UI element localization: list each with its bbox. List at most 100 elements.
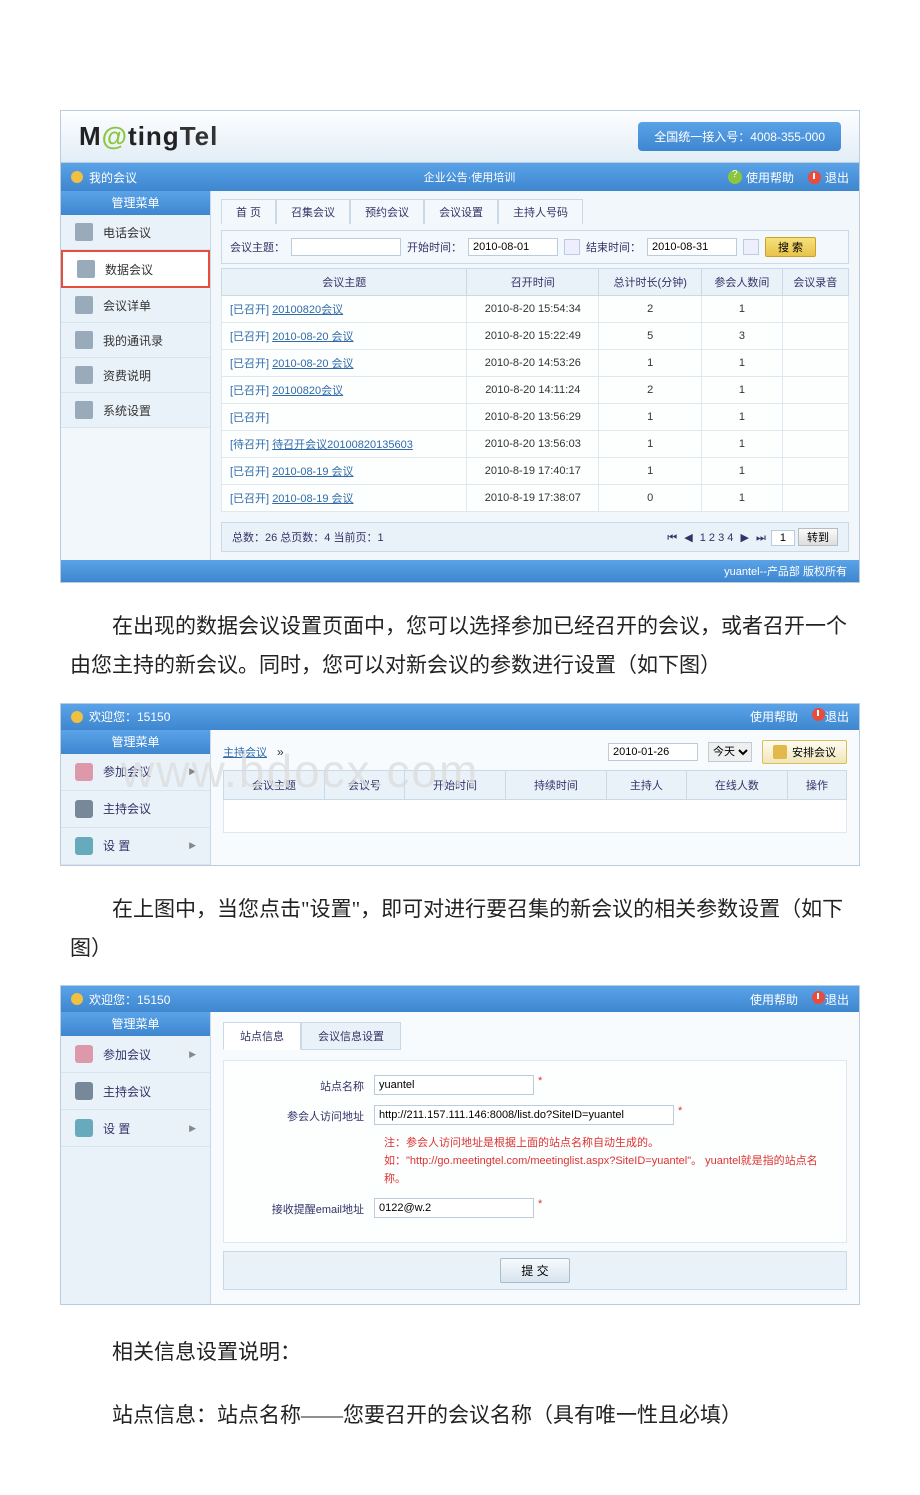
pager-goto-input[interactable] [771, 530, 795, 546]
sidebar-item-contacts[interactable]: 我的通讯录 [61, 323, 210, 358]
end-date-input[interactable] [647, 238, 737, 256]
required-star: * [678, 1105, 682, 1117]
logout-link[interactable]: 退出 [812, 991, 849, 1008]
sidebar-item-settings[interactable]: 设 置▶ [61, 1110, 210, 1147]
row-topic-link[interactable]: 待召开会议20100820135603 [272, 439, 413, 451]
arrange-meeting-button[interactable]: 安排会议 [762, 740, 847, 764]
pager-first[interactable]: ⏮ [667, 532, 677, 545]
topic-input[interactable] [291, 238, 401, 256]
logout-link[interactable]: 退出 [808, 169, 849, 186]
row-topic-link[interactable]: 20100820会议 [272, 304, 343, 316]
help-link[interactable]: 使用帮助 [750, 991, 798, 1008]
row-time: 2010-8-20 15:22:49 [467, 323, 599, 350]
tab-meeting-settings[interactable]: 会议设置 [424, 199, 498, 224]
search-button[interactable]: 搜 索 [765, 237, 816, 257]
mic-icon [75, 1082, 93, 1100]
site-name-input[interactable] [374, 1075, 534, 1095]
logo-at-icon: @ [102, 121, 128, 151]
pager-goto-button[interactable]: 转到 [798, 528, 838, 546]
row-recording [782, 323, 848, 350]
table-row: [已召开] 2010-08-19 会议2010-8-19 17:38:0701 [222, 485, 849, 512]
my-meeting-section[interactable]: 我的会议 [71, 169, 211, 186]
submit-button[interactable]: 提 交 [500, 1258, 569, 1283]
sidebar-item-join[interactable]: 参加会议▶ [61, 754, 210, 791]
row-topic-link[interactable]: 2010-08-20 会议 [272, 331, 353, 343]
welcome-label: 欢迎您：15150 [89, 708, 170, 725]
body-paragraph-4: 站点信息：站点名称——您要召开的会议名称（具有唯一性且必填） [70, 1396, 850, 1435]
chevron-right-icon: ▶ [189, 1123, 196, 1134]
arrange-label: 安排会议 [792, 744, 836, 760]
meetings-table: 会议主题 召开时间 总计时长(分钟) 参会人数间 会议录音 [已召开] 2010… [221, 268, 849, 512]
topbar: 我的会议 企业公告·使用培训 使用帮助 退出 [61, 163, 859, 191]
table-row: [已召开] 2010-08-19 会议2010-8-19 17:40:1711 [222, 458, 849, 485]
pager-nums[interactable]: 1 2 3 4 [700, 532, 734, 544]
detail-icon [75, 296, 93, 314]
sidebar-item-billing[interactable]: 资费说明 [61, 358, 210, 393]
col-online: 在线人数 [686, 770, 787, 799]
row-participants: 1 [702, 296, 782, 323]
sidebar: 管理菜单 参加会议▶ 主持会议 设 置▶ [61, 1012, 211, 1304]
row-recording [782, 350, 848, 377]
start-date-input[interactable] [468, 238, 558, 256]
row-topic-link[interactable]: 2010-08-20 会议 [272, 358, 353, 370]
phone-icon [75, 223, 93, 241]
user-icon [71, 171, 83, 183]
logout-label: 退出 [825, 169, 849, 186]
col-topic: 会议主题 [224, 770, 325, 799]
visitor-url-input[interactable] [374, 1105, 674, 1125]
range-select[interactable]: 今天 [708, 742, 752, 762]
power-icon [812, 991, 825, 1004]
user-icon [71, 711, 83, 723]
row-time: 2010-8-19 17:38:07 [467, 485, 599, 512]
row-recording [782, 296, 848, 323]
body-paragraph-2: 在上图中，当您点击"设置"，即可对进行要召集的新会议的相关参数设置（如下图） [70, 890, 850, 968]
row-time: 2010-8-20 15:54:34 [467, 296, 599, 323]
date-input[interactable] [608, 743, 698, 761]
row-topic-link[interactable]: 20100820会议 [272, 385, 343, 397]
email-input[interactable] [374, 1198, 534, 1218]
logout-link[interactable]: 退出 [812, 708, 849, 725]
help-link[interactable]: 使用帮助 [750, 708, 798, 725]
host-meeting-link[interactable]: 主持会议 [223, 744, 267, 760]
sidebar-item-data-meeting[interactable]: 数据会议 [61, 250, 210, 288]
sidebar-item-join[interactable]: 参加会议▶ [61, 1036, 210, 1073]
sidebar-item-phone-meeting[interactable]: 电话会议 [61, 215, 210, 250]
logo-m: M [79, 121, 102, 151]
row-recording [782, 485, 848, 512]
sidebar-item-meeting-detail[interactable]: 会议详单 [61, 288, 210, 323]
help-link[interactable]: 使用帮助 [728, 169, 794, 186]
sidebar-item-host[interactable]: 主持会议 [61, 791, 210, 828]
tab-call-meeting[interactable]: 召集会议 [276, 199, 350, 224]
row-duration: 2 [599, 377, 702, 404]
table-row: [已召开] 20100820会议2010-8-20 14:11:2421 [222, 377, 849, 404]
tab-host-number[interactable]: 主持人号码 [498, 199, 583, 224]
row-topic-link[interactable]: 2010-08-19 会议 [272, 493, 353, 505]
email-label: 接收提醒email地址 [234, 1198, 374, 1217]
row-participants: 1 [702, 377, 782, 404]
row-status: [已召开] [230, 331, 269, 343]
tab-reserve[interactable]: 预约会议 [350, 199, 424, 224]
row-topic-link[interactable]: 2010-08-19 会议 [272, 466, 353, 478]
sidebar-item-host[interactable]: 主持会议 [61, 1073, 210, 1110]
sidebar-title: 管理菜单 [61, 191, 210, 215]
col-duration: 总计时长(分钟) [599, 269, 702, 296]
calendar-icon[interactable] [564, 239, 580, 255]
join-icon [75, 763, 93, 781]
sidebar-item-settings[interactable]: 系统设置 [61, 393, 210, 428]
body-paragraph-3: 相关信息设置说明： [70, 1333, 850, 1372]
help-label: 使用帮助 [750, 993, 798, 1007]
topbar: 欢迎您：15150 使用帮助 退出 [61, 704, 859, 730]
announcement[interactable]: 企业公告·使用培训 [211, 169, 728, 185]
sidebar-item-settings[interactable]: 设 置▶ [61, 828, 210, 865]
pager-last[interactable]: ⏭ [756, 532, 766, 545]
row-recording [782, 377, 848, 404]
tab-home[interactable]: 首 页 [221, 199, 276, 224]
site-info-form: 站点名称 * 参会人访问地址 * 注：参会人访问地址是根据上面的站点名称自动生成… [223, 1060, 847, 1243]
tab-meeting-info[interactable]: 会议信息设置 [301, 1022, 401, 1050]
arrange-icon [773, 745, 787, 759]
table-row: [已召开] 2010-8-20 13:56:2911 [222, 404, 849, 431]
pager-prev[interactable]: ◀ [684, 531, 692, 544]
calendar-icon[interactable] [743, 239, 759, 255]
tab-site-info[interactable]: 站点信息 [223, 1022, 301, 1050]
pager-next[interactable]: ▶ [740, 531, 748, 544]
